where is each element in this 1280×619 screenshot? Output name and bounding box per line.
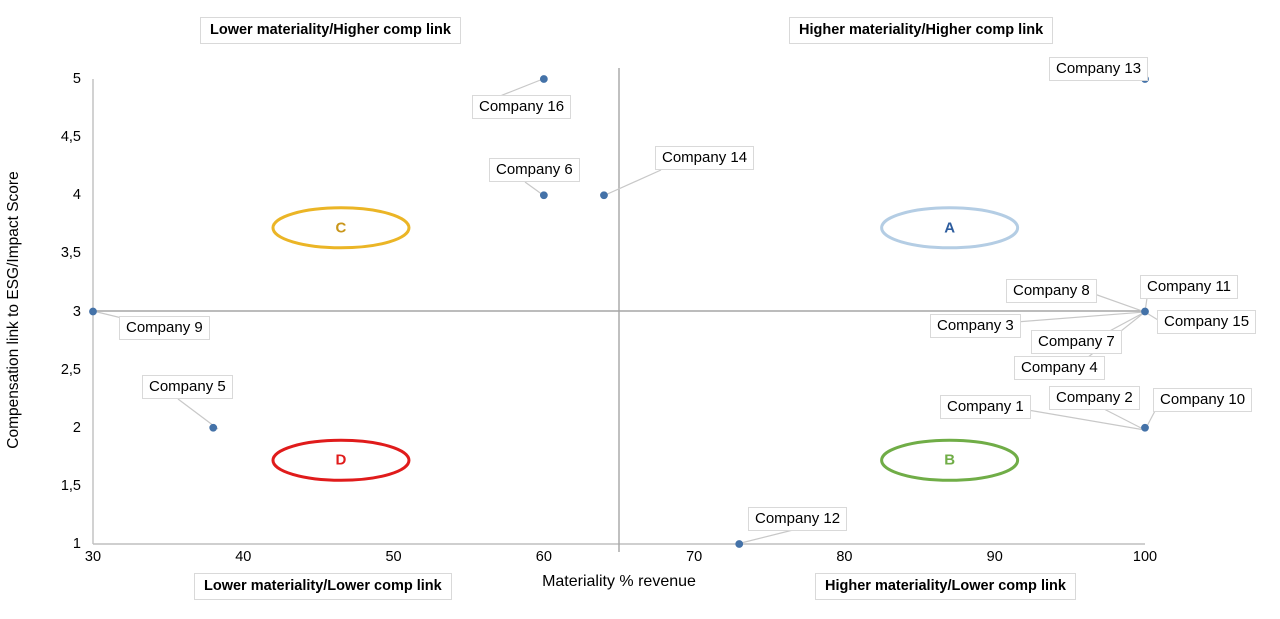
data-points: [89, 75, 1149, 548]
callout-company-10: Company 10: [1153, 388, 1253, 412]
scatter-chart: Lower materiality/Higher comp link Highe…: [0, 0, 1280, 619]
callout-company-9: Company 9: [119, 316, 210, 340]
callout-company-8: Company 8: [1006, 279, 1097, 303]
data-point: [89, 307, 97, 316]
callout-company-14: Company 14: [655, 146, 755, 170]
data-point: [209, 423, 218, 432]
data-point: [1141, 307, 1149, 316]
callout-company-12: Company 12: [748, 507, 848, 531]
data-point: [539, 191, 548, 200]
callout-company-13: Company 13: [1049, 57, 1149, 81]
data-point: [735, 540, 744, 548]
callout-company-5: Company 5: [142, 375, 233, 399]
data-point: [539, 75, 548, 83]
callout-company-6: Company 6: [489, 158, 580, 182]
callout-company-15: Company 15: [1157, 310, 1257, 334]
data-point: [600, 191, 608, 200]
callout-company-4: Company 4: [1014, 356, 1105, 380]
callout-company-16: Company 16: [472, 95, 572, 119]
data-point: [1141, 423, 1149, 432]
callout-company-1: Company 1: [940, 395, 1031, 419]
callout-company-7: Company 7: [1031, 330, 1122, 354]
callout-company-2: Company 2: [1049, 386, 1140, 410]
callout-company-3: Company 3: [930, 314, 1021, 338]
callout-company-11: Company 11: [1140, 275, 1238, 299]
